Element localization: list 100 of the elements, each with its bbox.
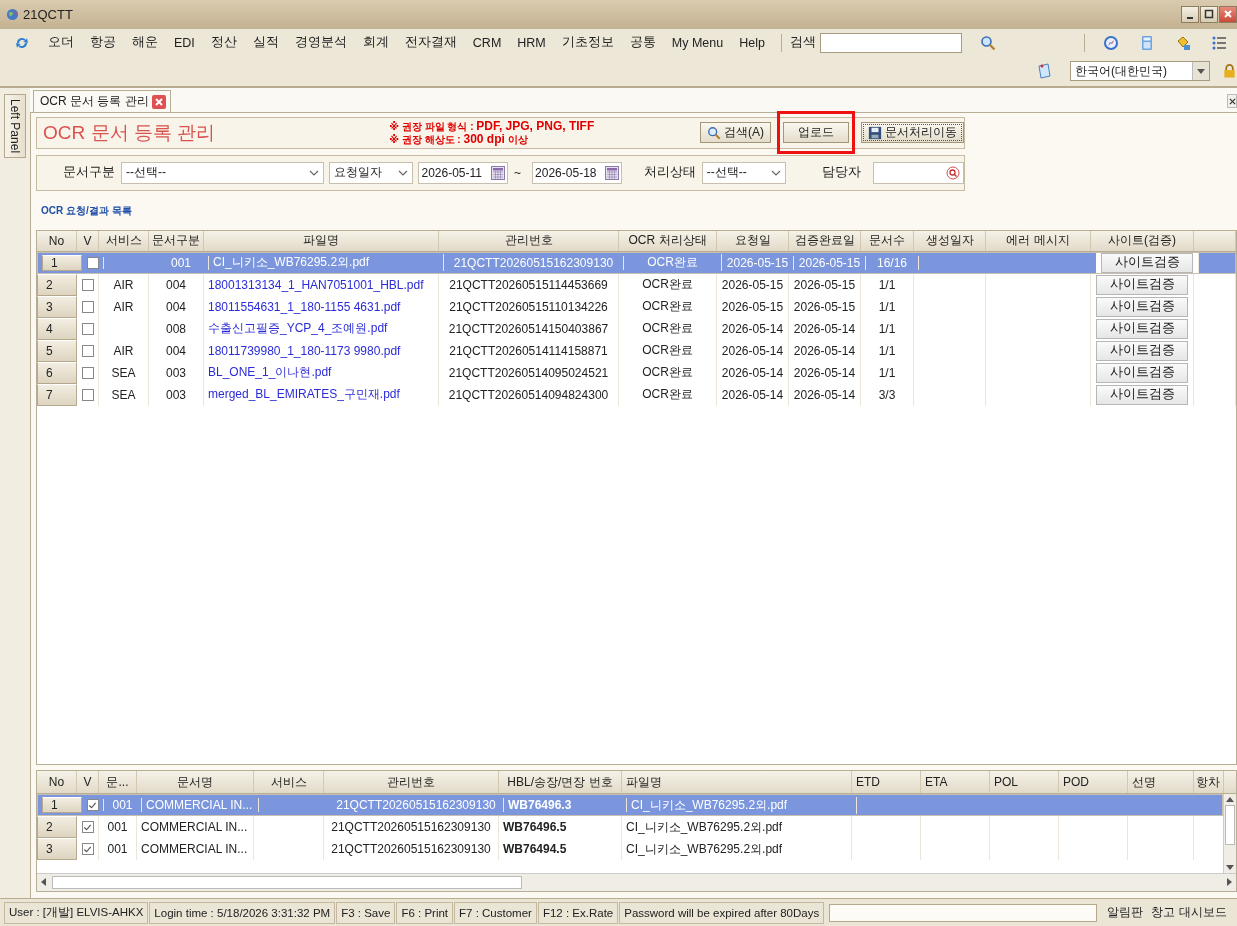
row-header[interactable]: 1 <box>42 797 82 814</box>
tab[interactable]: OCR 문서 등록 관리 <box>33 90 171 112</box>
input-field[interactable] <box>873 161 964 184</box>
table-row[interactable]: 7 SEA 003 merged_BL_EMIRATES_구민재.pdf 21QCTT20260514094824300 OCR완료 2026-05-14 2026-05-14 3/3 사이트검증 <box>37 383 1236 406</box>
checkbox[interactable] <box>81 821 94 834</box>
vertical-scrollbar[interactable] <box>1223 794 1236 873</box>
select-field[interactable]: --선택-- <box>121 161 324 184</box>
date-field[interactable]: 2026-05-11 <box>418 161 509 184</box>
table-row[interactable]: 5 AIR 004 18011739980_1_180-1173 9980.pdf 21QCTT20260514114158871 OCR완료 2026-05-14 2026-05-14 1/1 사이트검증 <box>37 339 1236 362</box>
search-icon[interactable] <box>979 34 996 51</box>
file-link[interactable]: 수출신고필증_YCP_4_조예원.pdf <box>204 317 439 340</box>
menu-item[interactable]: My Menu <box>663 35 732 50</box>
close-button[interactable] <box>1219 5 1237 23</box>
row-header[interactable]: 2 <box>37 273 77 296</box>
checkbox[interactable] <box>81 278 94 291</box>
table-row[interactable]: 1 001 CI_니키소_WB76295.2외.pdf 21QCTT20260515162309130 OCR완료 2026-05-15 2026-05-15 16/16 사이트검증 <box>37 251 1236 274</box>
verify-button[interactable]: 사이트검증 <box>1101 252 1193 273</box>
menu-item[interactable]: 공통 <box>621 34 664 51</box>
file-link[interactable]: 18001313134_1_HAN7051001_HBL.pdf <box>204 273 439 296</box>
row-header[interactable]: 3 <box>37 838 77 861</box>
table-cell: 2026-05-14 <box>717 383 789 406</box>
menu-item[interactable]: 전자결재 <box>396 34 465 51</box>
row-header[interactable]: 7 <box>37 383 77 406</box>
status-link[interactable]: 알림판 <box>1103 904 1148 921</box>
menu-item[interactable]: EDI <box>166 35 203 50</box>
checkbox[interactable] <box>81 843 94 856</box>
table-cell: SEA <box>99 383 149 406</box>
menu-item[interactable]: 실적 <box>244 34 287 51</box>
action-button[interactable]: 문서처리이동 <box>861 122 964 144</box>
menu-item[interactable]: HRM <box>509 35 554 50</box>
row-header[interactable]: 4 <box>37 317 77 340</box>
checkbox[interactable] <box>86 256 99 269</box>
verify-button[interactable]: 사이트검증 <box>1096 318 1188 339</box>
menu-item[interactable]: 정산 <box>202 34 245 51</box>
up-arrow-icon[interactable] <box>1226 797 1234 803</box>
lock-icon[interactable] <box>1222 63 1237 79</box>
window-title: 21QCTT <box>23 6 73 22</box>
table-row[interactable]: 1 001 COMMERCIAL IN... 21QCTT20260515162309130 WB76496.3 CI_니키소_WB76295.2외.pdf <box>37 794 1223 817</box>
row-header[interactable]: 6 <box>37 361 77 384</box>
menu-item[interactable]: 회계 <box>354 34 397 51</box>
checkbox[interactable] <box>81 300 94 313</box>
menu-item[interactable]: 해운 <box>124 34 166 51</box>
language-select[interactable]: 한국어(대한민국) <box>1070 61 1210 81</box>
checkbox[interactable] <box>86 799 99 812</box>
action-button[interactable]: 업로드 <box>783 122 849 144</box>
close-button[interactable] <box>1227 94 1237 108</box>
menu-item[interactable]: CRM <box>464 35 510 50</box>
status-link[interactable]: 창고 대시보드 <box>1147 904 1231 921</box>
verify-button[interactable]: 사이트검증 <box>1096 340 1188 361</box>
checkbox[interactable] <box>81 366 94 379</box>
row-header[interactable]: 1 <box>42 254 82 271</box>
verify-button[interactable]: 사이트검증 <box>1096 274 1188 295</box>
compass-icon[interactable] <box>1103 34 1119 51</box>
row-header[interactable]: 2 <box>37 816 77 839</box>
select-field[interactable]: 요청일자 <box>328 161 414 184</box>
dropdown-button[interactable] <box>1192 62 1209 80</box>
left-arrow-icon[interactable] <box>41 878 46 887</box>
file-link[interactable]: BL_ONE_1_이나현.pdf <box>204 361 439 384</box>
left-panel-tab[interactable]: Left Panel <box>4 94 26 158</box>
menu-item[interactable]: 오더 <box>40 34 82 51</box>
date-field[interactable]: 2026-05-18 <box>532 161 622 184</box>
horizontal-scrollbar[interactable] <box>37 873 1236 891</box>
checkbox[interactable] <box>81 388 94 401</box>
verify-button[interactable]: 사이트검증 <box>1096 296 1188 317</box>
menu-item[interactable]: Help <box>731 35 773 50</box>
search-icon[interactable] <box>946 165 960 180</box>
table-row[interactable]: 6 SEA 003 BL_ONE_1_이나현.pdf 21QCTT20260514095024521 OCR완료 2026-05-14 2026-05-14 1/1 사이트검증 <box>37 361 1236 384</box>
table-cell: 003 <box>149 361 204 384</box>
file-link[interactable]: 18011739980_1_180-1173 9980.pdf <box>204 339 439 362</box>
list-icon[interactable] <box>1211 34 1227 51</box>
table-cell: 004 <box>149 273 204 296</box>
down-arrow-icon[interactable] <box>1226 865 1234 870</box>
right-arrow-icon[interactable] <box>1227 878 1232 887</box>
action-button[interactable]: 검색(A) <box>700 122 771 144</box>
search-field[interactable] <box>819 32 962 53</box>
verify-button[interactable]: 사이트검증 <box>1096 362 1188 383</box>
table-row[interactable]: 3 AIR 004 18011554631_1_180-1155 4631.pdf 21QCTT20260515110134226 OCR완료 2026-05-15 2026-05-15 1/1 사이트검증 <box>37 295 1236 318</box>
checkbox[interactable] <box>81 322 94 335</box>
close-icon[interactable] <box>151 94 166 109</box>
menu-item[interactable]: 경영분석 <box>286 34 355 51</box>
row-header[interactable]: 3 <box>37 295 77 318</box>
select-field[interactable]: --선택-- <box>701 161 787 184</box>
verify-button[interactable]: 사이트검증 <box>1096 384 1188 405</box>
calendar-icon[interactable] <box>491 165 506 180</box>
menu-item[interactable]: 항공 <box>82 34 124 51</box>
note-icon[interactable] <box>1036 63 1052 79</box>
file-link[interactable]: 18011554631_1_180-1155 4631.pdf <box>204 295 439 318</box>
menu-item[interactable]: 기초정보 <box>553 34 622 51</box>
calculator-icon[interactable] <box>1139 34 1155 51</box>
row-header[interactable]: 5 <box>37 339 77 362</box>
table-cell: 1/1 <box>861 317 914 340</box>
minimize-button[interactable] <box>1181 5 1199 23</box>
maximize-button[interactable] <box>1200 5 1218 23</box>
checkbox[interactable] <box>81 344 94 357</box>
table-row[interactable]: 2 AIR 004 18001313134_1_HAN7051001_HBL.pdf 21QCTT20260515114453669 OCR완료 2026-05-15 2026-05-15 1/1 사이트검증 <box>37 273 1236 296</box>
calendar-icon[interactable] <box>604 165 619 180</box>
table-row[interactable]: 4 008 수출신고필증_YCP_4_조예원.pdf 21QCTT20260514150403867 OCR완료 2026-05-14 2026-05-14 1/1 사이트검증 <box>37 317 1236 340</box>
table-cell: AIR <box>99 273 149 296</box>
paint-bucket-icon[interactable] <box>1175 34 1191 51</box>
file-link[interactable]: merged_BL_EMIRATES_구민재.pdf <box>204 383 439 406</box>
